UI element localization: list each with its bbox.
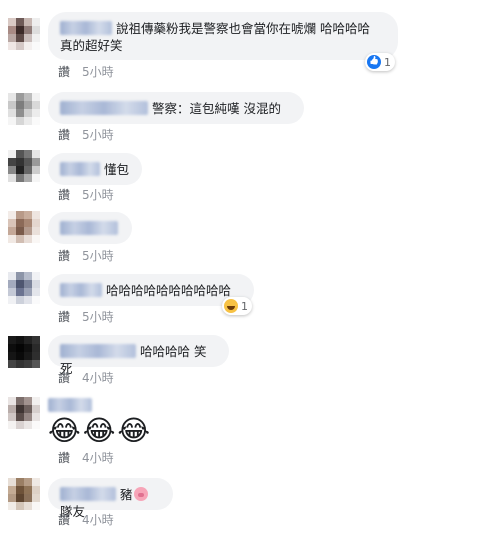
timestamp[interactable]: 4小時 bbox=[82, 371, 114, 385]
comment-text: 說祖傳藥粉我是警察也會當你在唬爛 哈哈哈哈 bbox=[116, 21, 370, 36]
timestamp[interactable]: 4小時 bbox=[82, 451, 114, 465]
like-link[interactable]: 讚 bbox=[58, 451, 70, 465]
commenter-name[interactable] bbox=[60, 162, 100, 176]
avatar[interactable] bbox=[8, 150, 40, 182]
comment-meta: 讚 4小時 bbox=[58, 369, 114, 386]
like-link[interactable]: 讚 bbox=[58, 128, 70, 142]
commenter-name[interactable] bbox=[60, 487, 116, 501]
reaction-summary[interactable]: 1 bbox=[365, 53, 395, 71]
like-link[interactable]: 讚 bbox=[58, 310, 70, 324]
comment-meta: 讚 4小時 bbox=[58, 511, 114, 528]
avatar[interactable] bbox=[8, 397, 40, 429]
comment-meta: 讚 5小時 bbox=[58, 186, 114, 203]
avatar[interactable] bbox=[8, 478, 40, 510]
reaction-summary[interactable]: 1 bbox=[222, 297, 252, 315]
comment-bubble: 懂包 bbox=[48, 153, 142, 185]
comment-text: 哈哈哈哈哈哈哈哈哈哈 bbox=[106, 283, 232, 298]
timestamp[interactable]: 5小時 bbox=[82, 249, 114, 263]
comment-bubble: 警察：這包純嘆 沒混的 bbox=[48, 92, 304, 124]
timestamp[interactable]: 5小時 bbox=[82, 310, 114, 324]
avatar[interactable] bbox=[8, 93, 40, 125]
commenter-name[interactable] bbox=[60, 283, 102, 297]
comment-meta: 讚 5小時 bbox=[58, 126, 114, 143]
avatar[interactable] bbox=[8, 336, 40, 368]
comment-bubble: 說祖傳藥粉我是警察也會當你在唬爛 哈哈哈哈 真的超好笑 bbox=[48, 12, 398, 60]
emoji-reply: 😂😂😂 bbox=[48, 414, 153, 447]
commenter-name[interactable] bbox=[48, 398, 92, 412]
comment-meta: 讚 5小時 bbox=[58, 308, 114, 325]
like-link[interactable]: 讚 bbox=[58, 65, 70, 79]
timestamp[interactable]: 5小時 bbox=[82, 65, 114, 79]
reaction-count: 1 bbox=[241, 299, 248, 313]
commenter-name[interactable] bbox=[60, 101, 148, 115]
avatar[interactable] bbox=[8, 18, 40, 50]
like-link[interactable]: 讚 bbox=[58, 188, 70, 202]
timestamp[interactable]: 5小時 bbox=[82, 128, 114, 142]
like-link[interactable]: 讚 bbox=[58, 513, 70, 527]
commenter-name[interactable] bbox=[60, 344, 136, 358]
timestamp[interactable]: 4小時 bbox=[82, 513, 114, 527]
comment-text: 真的超好笑 bbox=[60, 38, 123, 53]
comment-meta: 讚 5小時 bbox=[58, 63, 114, 80]
comment-meta: 讚 5小時 bbox=[58, 247, 114, 264]
comment-meta: 讚 4小時 bbox=[58, 449, 114, 466]
timestamp[interactable]: 5小時 bbox=[82, 188, 114, 202]
thumbs-up-icon bbox=[367, 55, 381, 69]
comment-text: 豬 bbox=[120, 487, 133, 502]
comment-bubble: 哈哈哈哈 笑死 bbox=[48, 335, 229, 376]
like-link[interactable]: 讚 bbox=[58, 249, 70, 263]
pig-emoji-icon bbox=[133, 487, 148, 501]
comment-bubble: 豬隊友 bbox=[48, 478, 173, 519]
avatar[interactable] bbox=[8, 272, 40, 304]
comment-text: 懂包 bbox=[104, 162, 130, 177]
comment-text: 警察：這包純嘆 沒混的 bbox=[152, 101, 281, 116]
commenter-name[interactable] bbox=[60, 221, 118, 235]
commenter-name[interactable] bbox=[60, 21, 112, 35]
avatar[interactable] bbox=[8, 211, 40, 243]
like-link[interactable]: 讚 bbox=[58, 371, 70, 385]
reaction-count: 1 bbox=[384, 55, 391, 69]
comment-bubble bbox=[48, 212, 132, 244]
laughing-emoji-icon bbox=[224, 299, 238, 313]
